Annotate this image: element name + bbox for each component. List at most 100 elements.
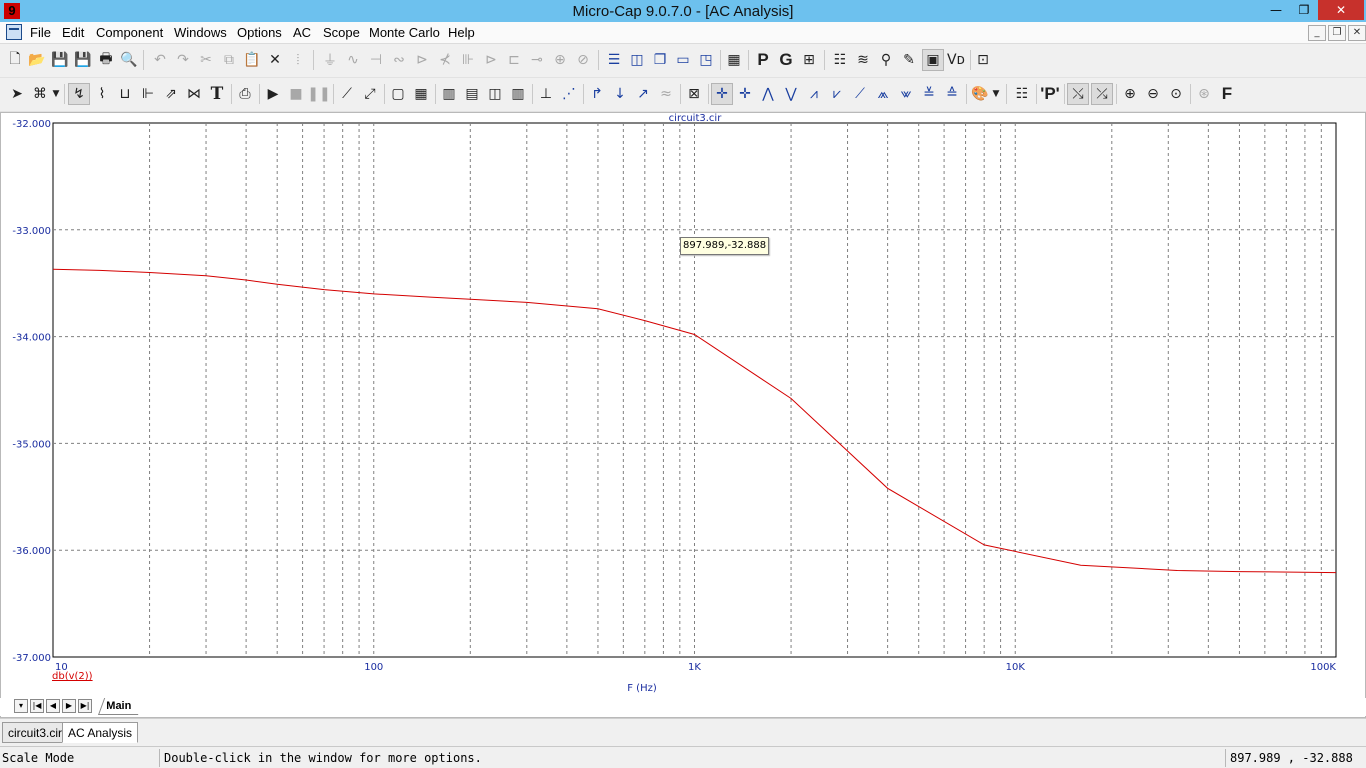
globe-icon[interactable]: ⊛ <box>1193 83 1215 105</box>
prev-page-icon[interactable]: ◀ <box>46 699 60 713</box>
window-icon[interactable]: ▭ <box>672 49 694 71</box>
zoom-fit-icon[interactable]: ⊙ <box>1165 83 1187 105</box>
undo-icon[interactable]: ↶ <box>149 49 171 71</box>
battery-icon[interactable]: ⊪ <box>457 49 479 71</box>
restore-button[interactable]: ❐ <box>1290 0 1318 20</box>
tab-circuit3[interactable]: circuit3.cir <box>2 722 69 743</box>
peak-icon[interactable]: ⋀ <box>757 83 779 105</box>
waveform-icon[interactable]: ≋ <box>852 49 874 71</box>
global-high-icon[interactable]: ⩕ <box>872 83 894 105</box>
arrow-line-icon[interactable]: ⤢ <box>359 83 381 105</box>
save-all-icon[interactable]: 💾 <box>72 49 94 71</box>
mdi-close-button[interactable]: ✕ <box>1348 25 1366 41</box>
tile-vertical-icon[interactable]: ◫ <box>626 49 648 71</box>
p-button[interactable]: P <box>752 49 774 71</box>
menu-options[interactable]: Options <box>237 25 282 40</box>
menu-windows[interactable]: Windows <box>174 25 227 40</box>
menu-help[interactable]: Help <box>448 25 475 40</box>
plot-area[interactable]: 10 100 1K 10K 100K -32.000-33.000-34.000-35.… <box>1 113 1365 699</box>
vertical-grid-icon[interactable]: ◫ <box>484 83 506 105</box>
low-icon[interactable]: ⩗ <box>826 83 848 105</box>
switch-icon[interactable]: ⊏ <box>503 49 525 71</box>
calculator-icon[interactable]: ▦ <box>723 49 745 71</box>
x-tracking-icon[interactable]: ⤯ <box>1067 83 1089 105</box>
baseline-icon[interactable]: ⊥ <box>535 83 557 105</box>
last-page-icon[interactable]: ▶| <box>78 699 92 713</box>
zoom-out-icon[interactable]: ⊖ <box>1142 83 1164 105</box>
diode-icon[interactable]: ⊳ <box>411 49 433 71</box>
graphics-icon[interactable]: ⋈ <box>183 83 205 105</box>
chevron-down-icon[interactable]: ▼ <box>50 83 62 105</box>
select-arrow-icon[interactable]: ➤ <box>6 83 28 105</box>
opamp-icon[interactable]: ⊳ <box>480 49 502 71</box>
g-button[interactable]: G <box>775 49 797 71</box>
minor-grid-icon[interactable]: ▥ <box>438 83 460 105</box>
document-icon[interactable] <box>6 24 22 40</box>
text-icon[interactable]: T <box>206 83 228 105</box>
menu-component[interactable]: Component <box>96 25 163 40</box>
tab-ac-analysis[interactable]: AC Analysis <box>62 722 139 743</box>
copy-icon[interactable]: ⧉ <box>218 49 240 71</box>
mdi-minimize-button[interactable]: _ <box>1308 25 1326 41</box>
paste-icon[interactable]: 📋 <box>241 49 263 71</box>
vertical-tag-icon[interactable]: ⊩ <box>137 83 159 105</box>
select-all-icon[interactable]: ⦙ <box>287 49 309 71</box>
cursor-left-icon[interactable]: ✛ <box>711 83 733 105</box>
f-button[interactable]: F <box>1216 83 1238 105</box>
new-file-icon[interactable]: 🗋 <box>4 49 26 71</box>
list-icon[interactable]: ☷ <box>829 49 851 71</box>
menu-edit[interactable]: Edit <box>62 25 84 40</box>
open-file-icon[interactable]: 📂 <box>26 49 48 71</box>
chevron-down-icon[interactable]: ▼ <box>990 83 1002 105</box>
wave-icon[interactable]: ≈ <box>655 83 677 105</box>
line-icon[interactable]: ⟋ <box>336 83 358 105</box>
isource-icon[interactable]: ⊕ <box>549 49 571 71</box>
data-points-icon[interactable]: ⋰ <box>558 83 580 105</box>
close-button[interactable]: ✕ <box>1318 0 1364 20</box>
cursor-next-icon[interactable]: ↱ <box>586 83 608 105</box>
pause-icon[interactable]: ❚❚ <box>307 83 330 105</box>
cursor-down-icon[interactable]: ↓ <box>609 83 631 105</box>
p-quoted-button[interactable]: 'P' <box>1039 83 1061 105</box>
high-icon[interactable]: ⩘ <box>803 83 825 105</box>
horizontal-grid-icon[interactable]: ▤ <box>461 83 483 105</box>
mdi-restore-button[interactable]: ❐ <box>1328 25 1346 41</box>
menu-monte-carlo[interactable]: Monte Carlo <box>369 25 440 40</box>
properties-icon[interactable]: ⊞ <box>798 49 820 71</box>
probe-icon[interactable]: ⚲ <box>875 49 897 71</box>
stop-icon[interactable]: ■ <box>285 83 307 105</box>
vd-icon[interactable]: Vᴅ <box>945 49 967 71</box>
cursor-right-icon[interactable]: ✛ <box>734 83 756 105</box>
delete-icon[interactable]: ✕ <box>264 49 286 71</box>
ac-analysis-plot[interactable]: 10 100 1K 10K 100K -32.000 -33.000 -34.000 -35.… <box>0 112 1366 718</box>
scale-mode-icon[interactable]: ↯ <box>68 83 90 105</box>
table-icon[interactable]: ☷ <box>1011 83 1033 105</box>
paint-icon[interactable]: 🎨 <box>969 83 991 105</box>
zoom-in-icon[interactable]: ⊕ <box>1119 83 1141 105</box>
inflection-icon[interactable]: ⟋ <box>849 83 871 105</box>
cascade-icon[interactable]: ❐ <box>649 49 671 71</box>
save-icon[interactable]: 💾 <box>49 49 71 71</box>
zoom-window-icon[interactable]: ⊡ <box>972 49 994 71</box>
menu-scope[interactable]: Scope <box>323 25 360 40</box>
sine-source-icon[interactable]: ⊘ <box>572 49 594 71</box>
border-icon[interactable]: ▢ <box>387 83 409 105</box>
redo-icon[interactable]: ↷ <box>172 49 194 71</box>
grid-icon[interactable]: ▦ <box>410 83 432 105</box>
minimize-button[interactable]: — <box>1262 0 1290 20</box>
y-tracking-icon[interactable]: ⤰ <box>1091 83 1113 105</box>
menu-file[interactable]: File <box>30 25 51 40</box>
vsource-icon[interactable]: ⊸ <box>526 49 548 71</box>
resistor-icon[interactable]: ∿ <box>342 49 364 71</box>
print-preview-icon[interactable]: 🔍 <box>118 49 140 71</box>
valley-icon[interactable]: ⋁ <box>780 83 802 105</box>
chart-icon[interactable]: ⊠ <box>683 83 705 105</box>
next-page-icon[interactable]: ▶ <box>62 699 76 713</box>
ground-icon[interactable]: ⏚ <box>319 49 341 71</box>
page-dropdown-button[interactable]: ▾ <box>14 699 28 713</box>
global-low-icon[interactable]: ⩖ <box>895 83 917 105</box>
inductor-icon[interactable]: ∾ <box>388 49 410 71</box>
analysis-icon[interactable]: ▣ <box>922 49 944 71</box>
top-icon[interactable]: ≚ <box>918 83 940 105</box>
print-icon[interactable]: 🖶 <box>95 49 117 71</box>
